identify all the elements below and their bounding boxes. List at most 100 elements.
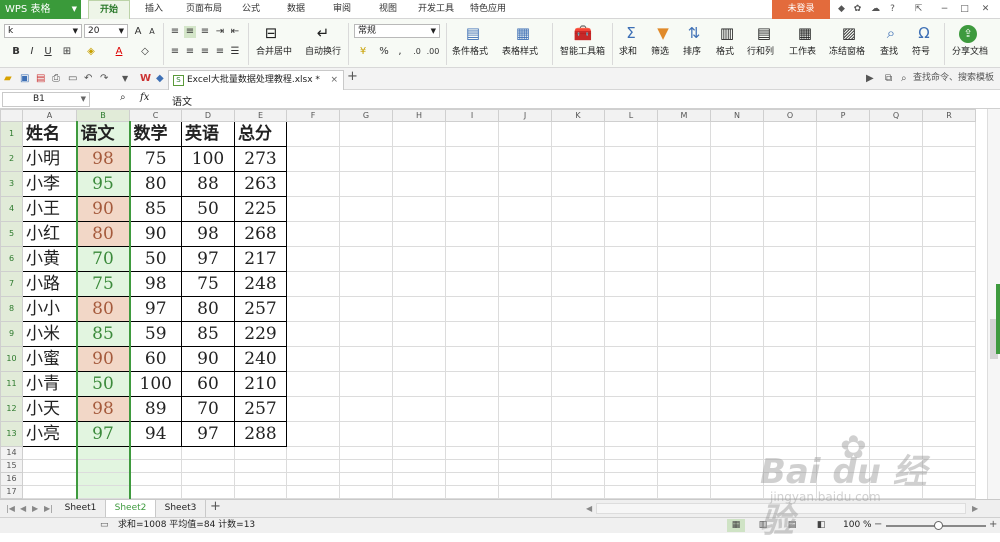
cell-J17[interactable] [498,485,552,499]
table-style-label[interactable]: 表格样式 [502,46,538,58]
cell-H12[interactable] [392,396,446,422]
help-icon[interactable]: ? [887,4,898,15]
cell-L15[interactable] [604,459,658,473]
cell-L7[interactable] [604,271,658,297]
find-icon[interactable]: ⌕ [880,22,902,44]
column-header[interactable]: P [816,109,870,122]
cell-K16[interactable] [551,472,605,486]
cell-B11[interactable]: 50 [75,371,131,397]
cell-B12[interactable]: 98 [75,396,131,422]
wps-logo-icon[interactable]: W [140,72,151,85]
column-header[interactable]: A [22,109,77,122]
cell-P17[interactable] [816,485,870,499]
cell-D11[interactable]: 60 [181,371,235,397]
cell-C6[interactable]: 50 [129,246,182,272]
tab-developer[interactable]: 开发工具 [412,0,460,19]
cell-P14[interactable] [816,446,870,460]
print-icon[interactable]: ⎙ [52,72,60,85]
font-name-select[interactable]: k ▼ [4,24,82,38]
cell-R11[interactable] [922,371,976,397]
worksheet-icon[interactable]: ▦ [794,22,816,44]
cell-I12[interactable] [445,396,499,422]
cell-K1[interactable] [551,121,605,147]
cell-B15[interactable] [75,459,131,473]
redo-icon[interactable]: ↷ [100,72,108,85]
cell-P15[interactable] [816,459,870,473]
cell-G12[interactable] [339,396,393,422]
row-col-icon[interactable]: ▤ [753,22,775,44]
cell-O12[interactable] [763,396,817,422]
merge-label[interactable]: 合并居中 [256,46,292,58]
cell-P6[interactable] [816,246,870,272]
cell-D8[interactable]: 80 [181,296,235,322]
cell-F11[interactable] [286,371,340,397]
add-sheet-icon[interactable]: + [210,500,221,513]
align-bottom-icon[interactable]: ≡ [199,26,211,38]
cell-Q7[interactable] [869,271,923,297]
scroll-left-icon[interactable]: ◀ [586,502,592,515]
cell-O2[interactable] [763,146,817,172]
row-header[interactable]: 5 [0,221,23,247]
cell-J7[interactable] [498,271,552,297]
cell-D7[interactable]: 75 [181,271,235,297]
cell-A13[interactable]: 小亮 [22,421,77,447]
cell-M13[interactable] [657,421,711,447]
cell-N15[interactable] [710,459,764,473]
cell-M16[interactable] [657,472,711,486]
border-icon[interactable]: ⊞ [60,46,74,58]
filter-icon[interactable]: ▼ [652,22,674,44]
cell-N9[interactable] [710,321,764,347]
cell-G4[interactable] [339,196,393,222]
cell-G16[interactable] [339,472,393,486]
font-size-select[interactable]: 20 ▼ [84,24,128,38]
cell-O3[interactable] [763,171,817,197]
cell-Q15[interactable] [869,459,923,473]
cell-I16[interactable] [445,472,499,486]
cell-L9[interactable] [604,321,658,347]
preview-icon[interactable]: ▭ [68,72,77,85]
open-icon[interactable]: ▰ [4,72,12,85]
cell-O6[interactable] [763,246,817,272]
cell-K5[interactable] [551,221,605,247]
cell-F2[interactable] [286,146,340,172]
cell-D12[interactable]: 70 [181,396,235,422]
freeze-label[interactable]: 冻结窗格 [829,46,865,58]
cell-I14[interactable] [445,446,499,460]
cell-C7[interactable]: 98 [129,271,182,297]
cell-A6[interactable]: 小黄 [22,246,77,272]
increase-decimal-icon[interactable]: .0 [410,46,424,58]
cell-B17[interactable] [75,485,131,499]
cell-P16[interactable] [816,472,870,486]
wrap-icon[interactable]: ↵ [312,22,334,44]
row-header[interactable]: 14 [0,446,23,460]
cell-C5[interactable]: 90 [129,221,182,247]
cell-L12[interactable] [604,396,658,422]
cell-C8[interactable]: 97 [129,296,182,322]
minimize-icon[interactable]: − [939,4,950,15]
cell-H13[interactable] [392,421,446,447]
cell-G7[interactable] [339,271,393,297]
login-button[interactable]: 未登录 [772,0,830,19]
cell-M9[interactable] [657,321,711,347]
cell-H8[interactable] [392,296,446,322]
cell-O13[interactable] [763,421,817,447]
number-format-select[interactable]: 常规 ▼ [354,24,440,38]
cell-A7[interactable]: 小路 [22,271,77,297]
cell-D16[interactable] [181,472,235,486]
cell-K17[interactable] [551,485,605,499]
page-break-view-icon[interactable]: ▥ [754,519,772,532]
cell-F1[interactable] [286,121,340,147]
cell-L8[interactable] [604,296,658,322]
last-sheet-icon[interactable]: ▶| [44,502,53,515]
new-tab-icon[interactable]: + [347,70,358,83]
cell-P12[interactable] [816,396,870,422]
cell-G13[interactable] [339,421,393,447]
cell-C11[interactable]: 100 [129,371,182,397]
cell-G5[interactable] [339,221,393,247]
cell-M5[interactable] [657,221,711,247]
cell-A10[interactable]: 小蜜 [22,346,77,372]
cell-B10[interactable]: 90 [75,346,131,372]
cell-R9[interactable] [922,321,976,347]
column-header[interactable]: M [657,109,711,122]
cell-E6[interactable]: 217 [234,246,287,272]
